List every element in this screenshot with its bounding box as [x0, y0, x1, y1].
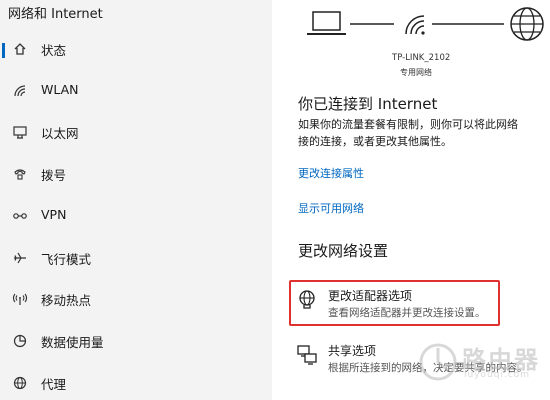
- network-type: 专用网络: [400, 68, 432, 77]
- sidebar-item-ethernet[interactable]: 以太网: [0, 113, 272, 151]
- selection-indicator: [2, 43, 5, 58]
- sidebar-item-label: VPN: [41, 207, 67, 222]
- sidebar-item-hotspot[interactable]: 移动热点: [0, 280, 272, 318]
- wifi-icon: [11, 82, 29, 100]
- wifi-router-icon: [405, 15, 425, 35]
- hotspot-icon: [11, 290, 29, 308]
- network-diagram: TP-LINK_2102 专用网络: [272, 0, 550, 88]
- option-title: 共享选项: [328, 344, 377, 358]
- internet-globe-icon: [510, 7, 544, 41]
- watermark: 路由器 luyouqi.com: [418, 336, 548, 392]
- sidebar-item-status[interactable]: 状态: [0, 30, 272, 68]
- sidebar-item-label: 拨号: [41, 168, 67, 183]
- sidebar-title: 网络和 Internet: [8, 7, 103, 22]
- sidebar-item-airplane[interactable]: 飞行模式: [0, 239, 272, 277]
- description-line: 接的连接，或者更改其他属性。: [298, 135, 452, 148]
- show-available-networks-link[interactable]: 显示可用网络: [298, 200, 364, 216]
- sidebar: 网络和 Internet 状态 WLAN 以太网 拨号 VPN 飞行模式 移动热…: [0, 0, 272, 400]
- watermark-subtext: luyouqi.com: [464, 370, 531, 380]
- description-line: 如果你的流量套餐有限制，则你可以将此网络: [298, 118, 518, 131]
- change-connection-properties-link[interactable]: 更改连接属性: [298, 165, 364, 181]
- option-title: 更改适配器选项: [328, 289, 413, 303]
- laptop-icon: [307, 11, 346, 35]
- sharing-icon: [296, 343, 318, 365]
- sidebar-item-label: 以太网: [41, 126, 79, 141]
- sidebar-item-vpn[interactable]: VPN: [0, 197, 272, 235]
- sidebar-item-proxy[interactable]: 代理: [0, 364, 272, 400]
- sidebar-item-dialup[interactable]: 拨号: [0, 155, 272, 193]
- dialup-icon: [11, 165, 29, 183]
- sidebar-item-label: 数据使用量: [41, 335, 104, 350]
- sidebar-item-wlan[interactable]: WLAN: [0, 72, 272, 110]
- sidebar-item-data-usage[interactable]: 数据使用量: [0, 322, 272, 360]
- network-name: TP-LINK_2102: [392, 53, 451, 63]
- connection-status-description: 如果你的流量套餐有限制，则你可以将此网络 接的连接，或者更改其他属性。: [298, 116, 550, 150]
- sidebar-item-label: 移动热点: [41, 293, 92, 308]
- sidebar-item-label: 飞行模式: [41, 252, 92, 267]
- vpn-icon: [11, 207, 29, 225]
- sidebar-item-label: 状态: [41, 43, 67, 58]
- sidebar-item-label: WLAN: [41, 82, 79, 97]
- connection-status-title: 你已连接到 Internet: [298, 95, 438, 113]
- sidebar-item-label: 代理: [41, 377, 67, 392]
- router-logo-icon: [419, 343, 457, 381]
- data-usage-icon: [11, 332, 29, 350]
- change-adapter-options-button[interactable]: 更改适配器选项 查看网络适配器并更改连接设置。: [294, 282, 546, 328]
- ethernet-icon: [11, 123, 29, 141]
- airplane-icon: [11, 249, 29, 267]
- option-description: 查看网络适配器并更改连接设置。: [328, 307, 486, 319]
- adapter-globe-icon: [296, 288, 318, 310]
- change-network-settings-heading: 更改网络设置: [298, 242, 389, 260]
- home-status-icon: [11, 40, 29, 58]
- proxy-globe-icon: [11, 374, 29, 392]
